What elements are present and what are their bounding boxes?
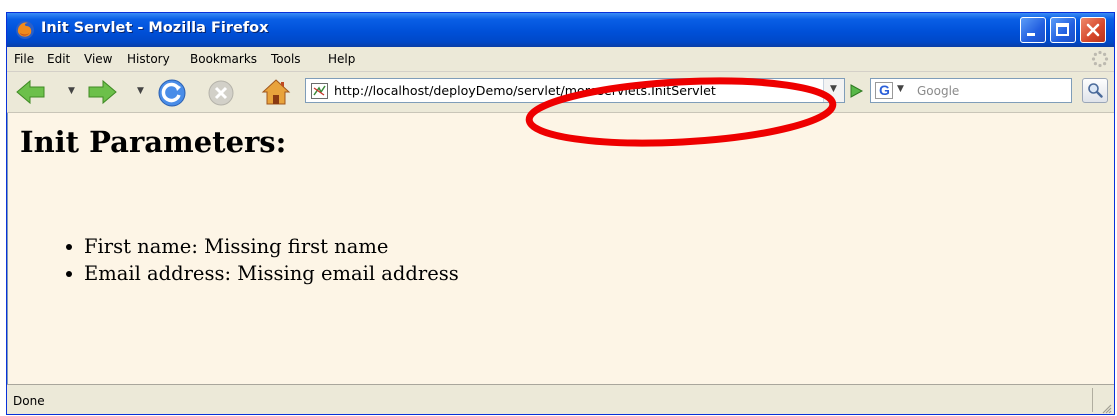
- close-icon: [1086, 23, 1100, 37]
- address-bar[interactable]: http://localhost/deployDemo/servlet/more…: [305, 78, 845, 103]
- search-bar[interactable]: G ▼ Google: [870, 78, 1072, 103]
- back-arrow-icon[interactable]: [15, 79, 47, 105]
- forward-arrow-icon[interactable]: [86, 79, 118, 105]
- engine-dropdown-icon[interactable]: ▼: [897, 84, 904, 94]
- init-params-list: First name: Missing first name Email addr…: [8, 233, 459, 287]
- forward-history-dropdown[interactable]: ▼: [137, 86, 144, 96]
- throbber-icon: [1091, 50, 1109, 68]
- param-text: Email address: Missing email address: [84, 262, 459, 285]
- magnifier-icon: [1088, 83, 1103, 98]
- menu-help[interactable]: Help: [328, 52, 355, 66]
- engine-glyph: G: [879, 82, 890, 98]
- menu-view[interactable]: View: [84, 52, 112, 66]
- go-icon[interactable]: [848, 83, 864, 99]
- maximize-button[interactable]: [1050, 17, 1076, 43]
- reload-icon[interactable]: [157, 78, 187, 108]
- param-list-item: First name: Missing first name: [8, 233, 459, 260]
- home-icon[interactable]: [261, 78, 291, 106]
- minimize-button[interactable]: [1020, 17, 1046, 43]
- resize-grip-icon[interactable]: [1100, 402, 1112, 414]
- search-input[interactable]: Google: [917, 84, 959, 98]
- menu-history[interactable]: History: [127, 52, 170, 66]
- browser-window: Init Servlet - Mozilla Firefox File Edit…: [6, 12, 1115, 415]
- menu-file[interactable]: File: [14, 52, 34, 66]
- maximize-icon: [1056, 23, 1069, 36]
- page-content: Init Parameters: First name: Missing fir…: [7, 113, 1114, 384]
- menu-bar: File Edit View History Bookmarks Tools H…: [7, 47, 1114, 72]
- bullet-icon: [66, 271, 72, 277]
- menu-bookmarks[interactable]: Bookmarks: [190, 52, 257, 66]
- back-history-dropdown[interactable]: ▼: [68, 86, 75, 96]
- bullet-icon: [66, 244, 72, 250]
- window-title: Init Servlet - Mozilla Firefox: [41, 20, 269, 36]
- url-text[interactable]: http://localhost/deployDemo/servlet/more…: [334, 83, 716, 98]
- firefox-icon: [16, 21, 34, 39]
- navigation-toolbar: ▼ ▼ http://localhost/deployDemo/servlet/: [7, 72, 1114, 113]
- search-button[interactable]: [1082, 78, 1108, 103]
- status-divider: [1092, 388, 1093, 412]
- menu-tools[interactable]: Tools: [271, 52, 301, 66]
- param-list-item: Email address: Missing email address: [8, 260, 459, 287]
- close-button[interactable]: [1080, 17, 1106, 43]
- param-text: First name: Missing first name: [84, 235, 389, 258]
- minimize-icon: [1027, 33, 1035, 36]
- google-engine-icon[interactable]: G: [875, 82, 893, 99]
- status-text: Done: [13, 394, 45, 408]
- stop-icon[interactable]: [207, 79, 235, 107]
- title-bar[interactable]: Init Servlet - Mozilla Firefox: [7, 13, 1114, 47]
- status-bar: Done: [7, 384, 1114, 414]
- menu-edit[interactable]: Edit: [47, 52, 70, 66]
- url-history-dropdown[interactable]: ▼: [823, 79, 844, 102]
- chevron-down-icon: ▼: [830, 84, 837, 94]
- page-heading: Init Parameters:: [20, 125, 287, 159]
- site-favicon-icon: [311, 83, 328, 99]
